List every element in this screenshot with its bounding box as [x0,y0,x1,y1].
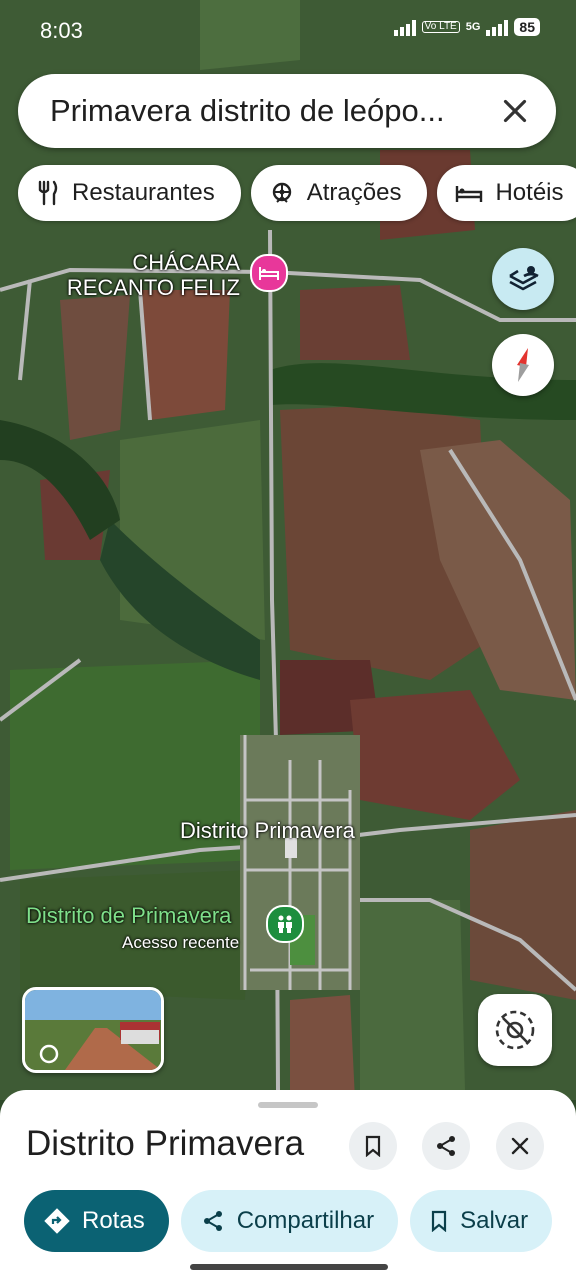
chip-label: Hotéis [495,179,564,206]
my-location-button[interactable] [478,994,552,1066]
layers-icon [509,266,539,291]
action-buttons: Rotas Compartilhar Salvar [24,1190,553,1252]
save-button[interactable]: Salvar [410,1190,553,1252]
directions-icon [44,1208,70,1234]
clear-search-icon[interactable] [496,92,534,130]
battery-indicator: 85 [514,18,540,36]
map-field [290,995,355,1100]
bed-icon [259,267,279,280]
hotel-poi-label[interactable]: CHÁCARA RECANTO FELIZ [40,250,240,300]
compass-button[interactable] [492,334,554,396]
map-field [60,295,130,440]
signal-icon-2 [486,18,509,36]
share-icon-button[interactable] [422,1122,470,1170]
fork-knife-icon [38,180,58,206]
layers-button[interactable] [492,248,554,310]
chip-label: Restaurantes [72,179,215,206]
map-field [300,285,410,360]
map-field [470,810,576,1000]
hotel-pin[interactable] [250,254,288,292]
park-pin[interactable] [266,905,304,943]
hotel-poi-line1: CHÁCARA [132,250,240,275]
share-icon [203,1211,222,1231]
bookmark-icon [431,1210,447,1232]
map-field [140,290,230,420]
park-poi-label[interactable]: Distrito de Primavera [26,903,231,928]
search-query[interactable]: Primavera distrito de leópo... [50,93,490,129]
share-button[interactable]: Compartilhar [180,1190,399,1252]
park-poi-sublabel: Acesso recente [122,933,240,952]
street-view-preview-image [25,990,161,1070]
street-view-thumbnail[interactable] [22,987,164,1073]
share-label: Compartilhar [236,1207,375,1234]
people-icon [278,915,292,933]
chip-hoteis[interactable]: Hotéis [437,165,576,221]
save-icon-button[interactable] [349,1122,397,1170]
category-chips: Restaurantes Atrações Hotéis [18,165,576,221]
town-label[interactable]: Distrito Primavera [180,818,355,843]
chip-label: Atrações [306,179,402,206]
hotel-poi-line2: RECANTO FELIZ [66,275,240,300]
volte-badge: Vo LTE [421,21,460,33]
drag-handle[interactable] [258,1102,318,1108]
place-title: Distrito Primavera [26,1124,305,1163]
map-town [240,735,360,990]
bed-icon [456,186,483,202]
close-sheet-button[interactable] [496,1122,544,1170]
map-field [360,900,465,1090]
compass-icon [517,348,529,382]
search-bar[interactable]: Primavera distrito de leópo... [18,74,556,148]
directions-label: Rotas [82,1207,145,1234]
save-label: Salvar [460,1207,529,1234]
chip-restaurantes[interactable]: Restaurantes [18,165,241,221]
close-icon [511,1137,529,1155]
signal-icon [393,18,416,36]
status-icons: Vo LTE 5G 85 [393,18,540,36]
directions-button[interactable]: Rotas [24,1190,169,1252]
status-bar: 8:03 Vo LTE 5G 85 [0,0,576,60]
status-time: 8:03 [40,18,83,43]
location-disabled-icon [495,1010,535,1050]
attractions-icon [272,182,291,203]
chip-atracoes[interactable]: Atrações [250,165,428,221]
gesture-nav-bar[interactable] [190,1264,388,1270]
bookmark-icon [365,1135,381,1157]
network-label: 5G [465,21,481,33]
share-icon [437,1136,455,1156]
